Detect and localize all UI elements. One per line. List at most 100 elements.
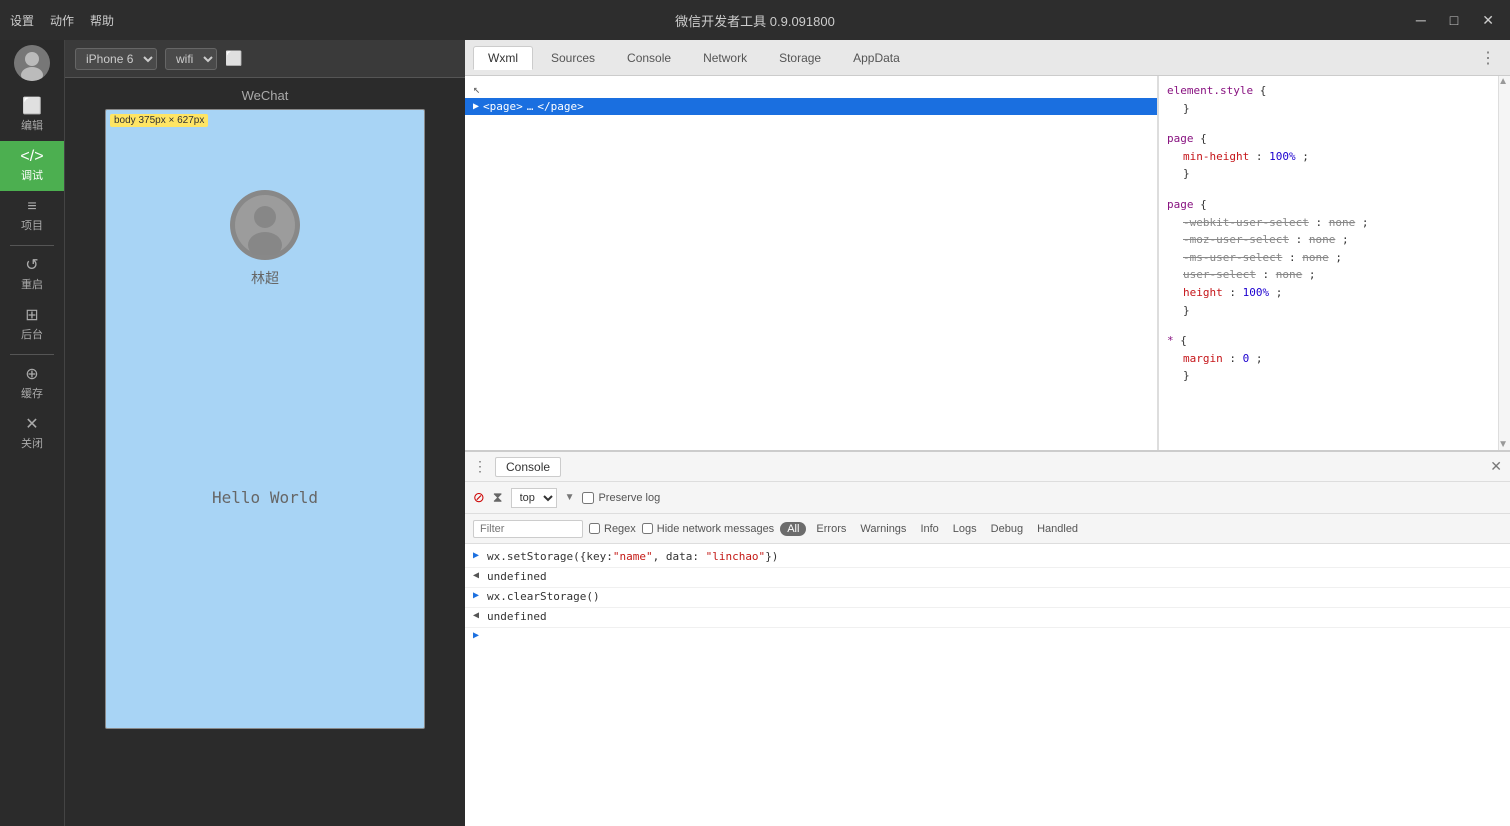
hello-world-text: Hello World xyxy=(212,488,318,507)
title-bar: 设置 动作 帮助 微信开发者工具 0.9.091800 ─ □ ✕ xyxy=(0,0,1510,40)
filter-info-badge[interactable]: Info xyxy=(916,522,942,536)
css-rule-page-2-close: } xyxy=(1167,302,1490,320)
dom-scrollbar[interactable]: ▲ ▼ xyxy=(1498,76,1510,450)
console-filter-input[interactable] xyxy=(473,520,583,538)
regex-label: Regex xyxy=(604,523,636,535)
console-menu-icon[interactable]: ⋮ xyxy=(473,458,487,475)
close-sidebar-icon: ✕ xyxy=(25,417,38,433)
console-filter-bar: ⊘ ⧗ top ▼ Preserve log xyxy=(465,482,1510,514)
phone-screen-title: WeChat xyxy=(242,88,289,103)
console-prompt-icon: ▶ xyxy=(473,630,483,641)
console-close-button[interactable]: ✕ xyxy=(1490,458,1502,475)
scroll-up-arrow[interactable]: ▲ xyxy=(1498,76,1508,87)
menu-settings[interactable]: 设置 xyxy=(10,12,34,29)
dom-css-panel: ↖ ▶ < page > … </ page > element.s xyxy=(465,76,1510,451)
filter-logs-badge[interactable]: Logs xyxy=(949,522,981,536)
inspector-icon: ⬜ xyxy=(22,99,42,115)
css-rule-star-close: } xyxy=(1167,367,1490,385)
sidebar-item-close[interactable]: ✕ 关闭 xyxy=(0,409,64,459)
console-input-icon-1: ▶ xyxy=(473,590,483,601)
console-return-icon-0: ◀ xyxy=(473,570,483,581)
css-prop-moz-user-select: -moz-user-select : none ; xyxy=(1167,231,1490,249)
filter-errors-badge[interactable]: Errors xyxy=(812,522,850,536)
tab-network[interactable]: Network xyxy=(689,47,761,69)
scroll-down-arrow[interactable]: ▼ xyxy=(1498,439,1508,450)
console-toolbar: ⋮ Console ✕ xyxy=(465,452,1510,482)
filter-all-badge[interactable]: All xyxy=(780,522,806,536)
menu-actions[interactable]: 动作 xyxy=(50,12,74,29)
sidebar-label-project: 项目 xyxy=(21,217,43,233)
phone-area: iPhone 6 wifi ⬜ WeChat body 375px × 627p… xyxy=(65,40,465,826)
css-prop-ms-user-select: -ms-user-select : none ; xyxy=(1167,249,1490,267)
backend-icon: ⊞ xyxy=(25,308,38,324)
sidebar-item-inspector[interactable]: ⬜ 编辑 xyxy=(0,91,64,141)
network-select[interactable]: wifi xyxy=(165,48,217,70)
console-entry-text-3: undefined xyxy=(487,610,547,623)
sidebar-item-project[interactable]: ≡ 项目 xyxy=(0,191,64,241)
phone-screen-wrapper: WeChat body 375px × 627px 林超 Hello World xyxy=(95,78,435,826)
regex-checkbox-label[interactable]: Regex xyxy=(589,523,636,535)
sidebar-label-restart: 重启 xyxy=(21,276,43,292)
maximize-button[interactable]: □ xyxy=(1444,10,1464,31)
css-rule-star: * { xyxy=(1167,332,1490,350)
sidebar-label-close: 关闭 xyxy=(21,435,43,451)
console-return-icon-1: ◀ xyxy=(473,610,483,621)
dom-selected-row[interactable]: ▶ < page > … </ page > xyxy=(465,98,1157,115)
filter-debug-badge[interactable]: Debug xyxy=(987,522,1027,536)
filter-handled-badge[interactable]: Handled xyxy=(1033,522,1082,536)
menu-help[interactable]: 帮助 xyxy=(90,12,114,29)
minimize-button[interactable]: ─ xyxy=(1410,10,1432,31)
sidebar-item-cache[interactable]: ⊕ 缓存 xyxy=(0,359,64,409)
console-entry-0: ▶ wx.setStorage({key:"name", data: "linc… xyxy=(465,548,1510,568)
hide-network-checkbox-label[interactable]: Hide network messages xyxy=(642,523,774,535)
console-entry-text-0: wx.setStorage({key:"name", data: "lincha… xyxy=(487,550,778,563)
css-rule-page-1: page { xyxy=(1167,130,1490,148)
tab-console-top[interactable]: Console xyxy=(613,47,685,69)
dom-expand-icon: ▶ xyxy=(473,101,479,112)
sidebar-item-restart[interactable]: ↺ 重启 xyxy=(0,250,64,300)
console-panel: ⋮ Console ✕ ⊘ ⧗ top ▼ Preserve log xyxy=(465,451,1510,826)
css-prop-margin: margin : 0 ; xyxy=(1167,350,1490,368)
close-button[interactable]: ✕ xyxy=(1476,10,1500,31)
tab-storage[interactable]: Storage xyxy=(765,47,835,69)
hide-network-label: Hide network messages xyxy=(657,523,774,535)
left-sidebar: ⬜ 编辑 </> 调试 ≡ 项目 ↺ 重启 ⊞ 后台 ⊕ 缓存 xyxy=(0,40,65,826)
sidebar-label-backend: 后台 xyxy=(21,326,43,342)
filter-warnings-badge[interactable]: Warnings xyxy=(856,522,910,536)
sidebar-item-backend[interactable]: ⊞ 后台 xyxy=(0,300,64,350)
menu-bar: 设置 动作 帮助 xyxy=(10,12,114,29)
tab-appdata[interactable]: AppData xyxy=(839,47,914,69)
console-entry-text-1: undefined xyxy=(487,570,547,583)
screenshot-icon[interactable]: ⬜ xyxy=(225,50,242,67)
context-select[interactable]: top xyxy=(511,488,557,508)
console-entry-3: ◀ undefined xyxy=(465,608,1510,628)
console-prompt-line: ▶ xyxy=(465,628,1510,643)
tab-sources[interactable]: Sources xyxy=(537,47,609,69)
css-styles-panel: element.style { } page { min-height : 10… xyxy=(1158,76,1498,450)
css-prop-user-select: user-select : none ; xyxy=(1167,266,1490,284)
tab-wxml[interactable]: Wxml xyxy=(473,46,533,70)
preserve-log-checkbox[interactable] xyxy=(582,492,594,504)
console-entry-text-2: wx.clearStorage() xyxy=(487,590,600,603)
regex-checkbox[interactable] xyxy=(589,523,600,534)
avatar[interactable] xyxy=(14,45,50,81)
phone-avatar-area: 林超 xyxy=(230,190,300,288)
filter-icon[interactable]: ⧗ xyxy=(493,489,503,506)
devtools-more-button[interactable]: ⋮ xyxy=(1474,46,1502,70)
sidebar-label-debug: 调试 xyxy=(21,167,43,183)
cursor-arrow-icon: ↖ xyxy=(473,82,480,96)
console-filter-row: Regex Hide network messages All Errors W… xyxy=(465,514,1510,544)
console-tab-label[interactable]: Console xyxy=(495,457,561,477)
console-input-icon-0: ▶ xyxy=(473,550,483,561)
css-prop-min-height: min-height : 100% ; xyxy=(1167,148,1490,166)
css-rule-element-style: element.style { xyxy=(1167,82,1490,100)
hide-network-checkbox[interactable] xyxy=(642,523,653,534)
preserve-log-checkbox-label[interactable]: Preserve log xyxy=(582,492,660,504)
app-title: 微信开发者工具 0.9.091800 xyxy=(675,11,835,30)
sidebar-label-inspector: 编辑 xyxy=(21,117,43,133)
sidebar-item-debug[interactable]: </> 调试 xyxy=(0,141,64,191)
console-content: ▶ wx.setStorage({key:"name", data: "linc… xyxy=(465,544,1510,826)
stop-recording-icon[interactable]: ⊘ xyxy=(473,489,485,506)
device-select[interactable]: iPhone 6 xyxy=(75,48,157,70)
context-dropdown-arrow: ▼ xyxy=(565,492,575,503)
